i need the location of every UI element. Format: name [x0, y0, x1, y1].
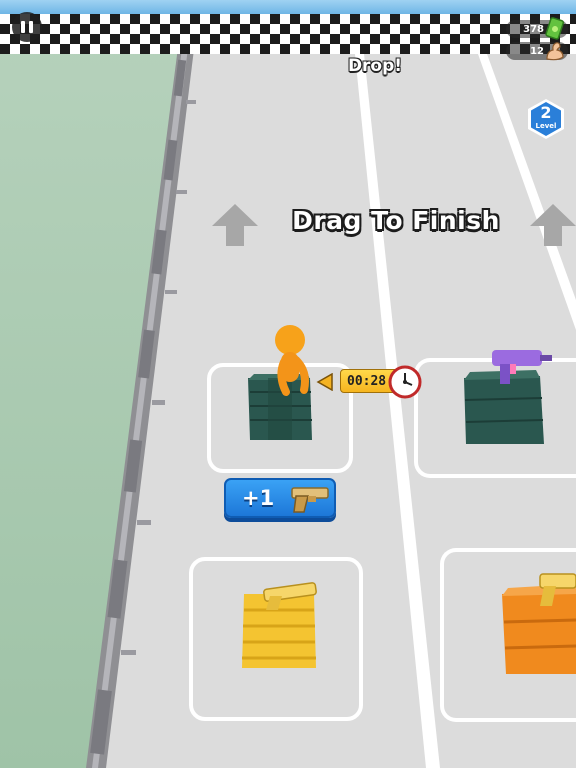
- level-badge: 2 Level: [526, 98, 566, 140]
- drop-label: Drop!: [347, 56, 403, 76]
- sky-strip: [0, 0, 576, 14]
- game-scene[interactable]: 378 12 Drop! 2 Level Drag To Finish 00:2…: [0, 0, 576, 768]
- plus-one-pistol-button[interactable]: +1: [224, 478, 336, 518]
- flexed-arm-icon: [546, 42, 564, 61]
- power-counter: 12: [506, 42, 568, 61]
- power-count: 12: [530, 45, 544, 57]
- green-crate-with-uzi[interactable]: [456, 346, 556, 446]
- plus-label: +1: [242, 486, 275, 510]
- level-word: Level: [535, 122, 557, 130]
- timer-pointer-icon: [316, 373, 333, 391]
- stickman-on-green-crate[interactable]: [238, 320, 328, 444]
- cash-count: 378: [523, 23, 544, 35]
- cash-icon: [545, 17, 565, 40]
- pistol-icon: [291, 487, 329, 513]
- cash-counter: 378: [506, 17, 568, 40]
- gold-crate-with-pistol[interactable]: [236, 580, 326, 674]
- pause-button[interactable]: [12, 12, 42, 42]
- clock-icon: [388, 365, 422, 399]
- timer-value: 00:28: [347, 373, 387, 389]
- up-arrow-icon: [530, 204, 576, 246]
- up-arrow-icon: [212, 204, 258, 246]
- level-number: 2: [540, 103, 552, 122]
- pause-icon: [21, 21, 25, 33]
- finish-line: [0, 14, 576, 54]
- instruction-headline: Drag To Finish: [292, 206, 500, 235]
- orange-crate-with-pistol[interactable]: [494, 570, 576, 678]
